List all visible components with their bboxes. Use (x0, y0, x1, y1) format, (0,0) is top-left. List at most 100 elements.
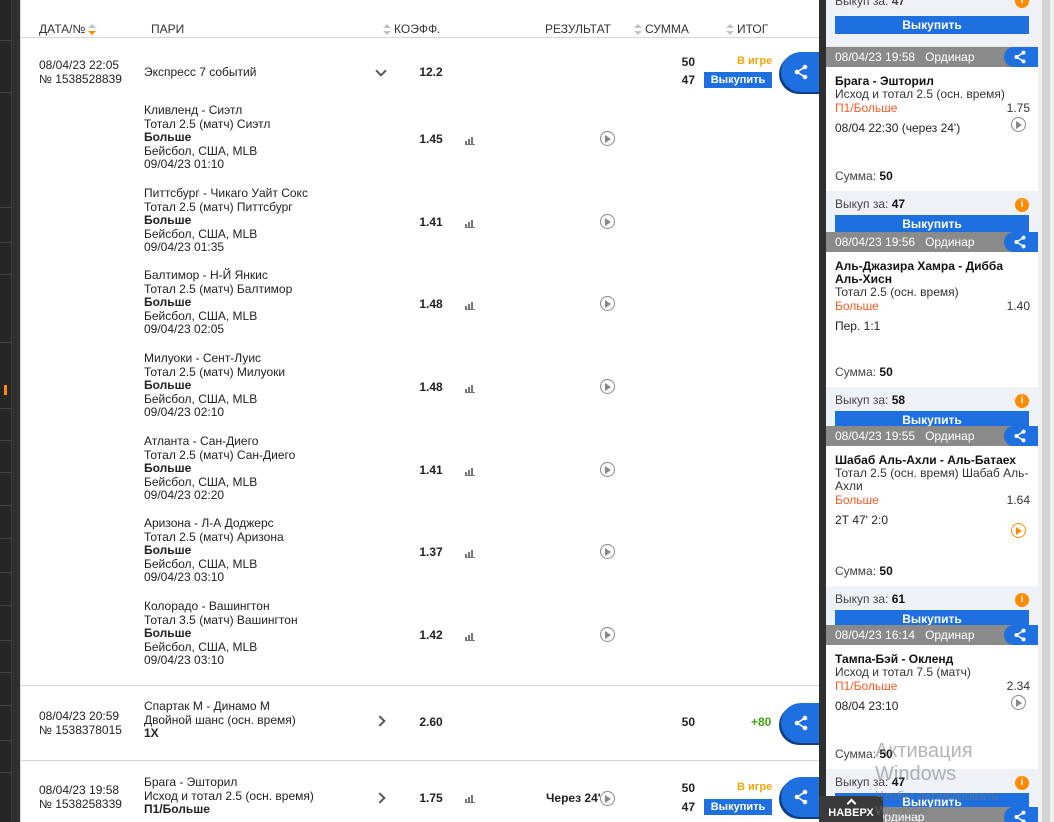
share-button[interactable] (781, 52, 819, 92)
bet-sum: 50 (681, 781, 695, 795)
share-button[interactable] (781, 703, 819, 743)
stats-icon[interactable] (465, 300, 475, 310)
bet-row-single[interactable]: 08/04/23 19:58 № 1538258339 Брага - Эшто… (21, 761, 819, 822)
event-coef: 1.41 (419, 463, 443, 477)
share-button[interactable] (1004, 807, 1038, 822)
share-button[interactable] (1004, 625, 1038, 645)
column-sum[interactable]: СУММА (634, 22, 689, 36)
bet-row-express[interactable]: 08/04/23 22:05 № 1538528839 Экспресс 7 с… (21, 38, 819, 686)
sort-icon[interactable] (88, 23, 97, 35)
sort-icon[interactable] (634, 23, 642, 35)
share-icon (794, 789, 808, 805)
share-icon (794, 64, 808, 80)
left-edge-panel (0, 0, 12, 822)
share-button[interactable] (1004, 426, 1038, 446)
column-date[interactable]: ДАТА/№ (39, 22, 97, 36)
play-icon[interactable] (600, 462, 615, 477)
play-icon[interactable] (600, 791, 615, 806)
card-extra: 2Т 47' 2:0 (835, 513, 888, 527)
card-market: Тотал 2.5 (осн. время) (835, 285, 959, 299)
card-market: Исход и тотал 2.5 (осн. время) (835, 87, 1005, 101)
event-time: 09/04/23 03:10 (144, 653, 225, 668)
share-icon (1014, 429, 1026, 443)
play-icon[interactable] (1011, 523, 1026, 538)
play-icon[interactable] (600, 627, 615, 642)
play-icon[interactable] (600, 379, 615, 394)
event-pick: 1X (144, 726, 159, 741)
bet-card[interactable]: 08/04/23 16:14 Ординар Тампа-Бэй - Окленд И… (826, 625, 1038, 822)
bet-card[interactable]: 08/04/23 19:55 Ординар Шабаб Аль-Ахли - Ал… (826, 426, 1038, 640)
stats-icon[interactable] (465, 631, 475, 641)
redeem-zone: Выкуп за: 47 i Выкупить (826, 0, 1038, 46)
bet-date: 08/04/23 19:58 № 1538258339 (39, 783, 122, 811)
bet-coef: 12.2 (419, 65, 443, 79)
event-pick: Больше (144, 543, 192, 558)
card-extra: Пер. 1:1 (835, 319, 881, 333)
event-time: 09/04/23 02:10 (144, 405, 225, 420)
chevron-right-icon[interactable] (374, 715, 386, 727)
card-type: Ординар (925, 235, 975, 249)
event-market: Исход и тотал 2.5 (осн. время) (144, 788, 314, 803)
status-live: В игре (737, 781, 773, 793)
event-pick: П1/Больше (144, 802, 210, 817)
card-date: 08/04/23 19:58 (835, 50, 916, 64)
bet-slip-sidebar: Выкуп за: 47 i Выкупить 08/04/23 19:58 Ор… (826, 0, 1038, 822)
share-button[interactable] (1004, 232, 1038, 252)
column-outcome[interactable]: ИТОГ (726, 22, 768, 36)
chevron-down-icon[interactable] (375, 65, 387, 77)
share-icon (1014, 810, 1026, 822)
stats-icon[interactable] (465, 466, 475, 476)
event-market: Двойной шанс (осн. время) (144, 712, 296, 727)
stats-icon[interactable] (465, 218, 475, 228)
event-time: 09/04/23 02:05 (144, 322, 225, 337)
info-icon[interactable]: i (1015, 198, 1029, 212)
event-teams: Атланта - Сан-Диего (144, 434, 259, 448)
info-icon[interactable]: i (1015, 593, 1029, 607)
stats-icon[interactable] (465, 548, 475, 558)
stats-icon[interactable] (465, 793, 475, 803)
event-teams: Брага - Эшторил (144, 775, 238, 789)
redeem-button[interactable]: Выкупить (704, 799, 772, 815)
stats-icon[interactable] (465, 383, 475, 393)
info-icon[interactable]: i (1015, 0, 1029, 8)
card-body: Аль-Джазира Хамра - Дибба Аль-Хисн Тотал … (826, 252, 1038, 387)
event-pick: Больше (144, 461, 192, 476)
event-league: Бейсбол, США, MLB (144, 474, 258, 489)
sort-icon[interactable] (383, 23, 391, 35)
sidebar-scrollbar[interactable] (1038, 0, 1054, 822)
info-icon[interactable]: i (1015, 776, 1029, 790)
scroll-to-top-button[interactable]: НАВЕРХ (819, 796, 883, 822)
event-league: Бейсбол, США, MLB (144, 226, 258, 241)
card-odds: 1.75 (1006, 101, 1030, 115)
bet-date: 08/04/23 20:59 № 1538378015 (39, 709, 122, 737)
bet-row-single[interactable]: 08/04/23 20:59 № 1538378015 Спартак М - … (21, 686, 819, 761)
stats-icon[interactable] (465, 135, 475, 145)
bet-card[interactable]: 08/04/23 19:56 Ординар Аль-Джазира Хамра -… (826, 232, 1038, 441)
sort-icon[interactable] (726, 23, 734, 35)
event-teams: Милуоки - Сент-Луис (144, 351, 262, 365)
share-button[interactable] (1004, 47, 1038, 67)
column-coef[interactable]: КОЭФФ. (383, 22, 440, 36)
card-redeem-label: Выкуп за: 47 (835, 775, 906, 789)
redeem-button[interactable]: Выкупить (835, 215, 1029, 233)
redeem-button[interactable]: Выкупить (835, 16, 1029, 34)
share-button[interactable] (781, 777, 819, 817)
event-market: Тотал 2.5 (матч) Питтсбург (144, 199, 293, 214)
play-icon[interactable] (600, 131, 615, 146)
play-icon[interactable] (1011, 695, 1026, 710)
bet-card[interactable]: 08/04/23 19:58 Ординар Брага - Эшторил Исхо… (826, 47, 1038, 245)
card-redeem-label: Выкуп за: 58 (835, 393, 906, 407)
card-pick: Больше (835, 299, 879, 313)
play-icon[interactable] (1011, 117, 1026, 132)
play-icon[interactable] (600, 214, 615, 229)
event-pick: Больше (144, 295, 192, 310)
event-coef: 1.41 (419, 215, 443, 229)
redeem-button[interactable]: Выкупить (704, 72, 772, 88)
play-icon[interactable] (600, 296, 615, 311)
scrollbar-thumb[interactable] (1042, 0, 1050, 822)
event-coef: 1.42 (419, 628, 443, 642)
play-icon[interactable] (600, 544, 615, 559)
info-icon[interactable]: i (1015, 394, 1029, 408)
column-bet: ПАРИ (151, 22, 185, 36)
chevron-right-icon[interactable] (374, 792, 386, 804)
